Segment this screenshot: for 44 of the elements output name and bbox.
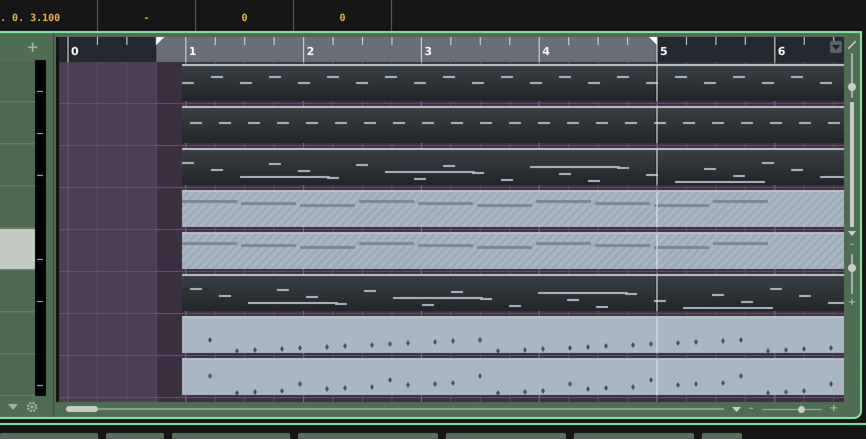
right-locator-icon[interactable] xyxy=(649,37,657,45)
bar-number: 4 xyxy=(542,45,550,58)
midi-part[interactable] xyxy=(182,106,844,143)
dropdown-icon[interactable] xyxy=(732,406,741,412)
timeline-ruler[interactable]: 0 1 2 3 4 5 6 xyxy=(56,37,844,62)
pencil-icon[interactable] xyxy=(848,41,856,49)
cycle-range[interactable] xyxy=(156,37,657,62)
toolbar-field[interactable] xyxy=(574,433,694,439)
toolbar-field[interactable] xyxy=(298,433,438,439)
left-locator-icon[interactable] xyxy=(156,37,164,45)
zoom-out-button[interactable]: – xyxy=(850,240,854,250)
bar-number: 1 xyxy=(188,45,196,58)
transport-value: . 0. 3.100 xyxy=(0,13,60,24)
transport-value: - xyxy=(143,13,150,24)
midi-part[interactable] xyxy=(182,64,844,101)
bar-number: 2 xyxy=(306,45,314,58)
midi-part[interactable] xyxy=(182,148,844,185)
bar-number: 0 xyxy=(71,45,79,58)
settings-icon[interactable] xyxy=(26,400,38,412)
transport-value: 0 xyxy=(241,13,248,24)
bar-number: 3 xyxy=(424,45,432,58)
toolbar-field[interactable] xyxy=(106,433,164,439)
drum-part[interactable] xyxy=(182,316,844,353)
caret-icon xyxy=(832,44,840,50)
dropdown-icon[interactable] xyxy=(8,404,18,410)
bar-number: 5 xyxy=(660,45,668,58)
toolbar-field[interactable] xyxy=(446,433,566,439)
zoom-in-button[interactable]: + xyxy=(848,298,856,308)
toolbar-field[interactable] xyxy=(172,433,290,439)
drum-part[interactable] xyxy=(182,358,844,395)
transport-value: 0 xyxy=(339,13,346,24)
audio-part[interactable] xyxy=(182,232,844,269)
vertical-scrollbar[interactable] xyxy=(850,102,854,227)
zoom-in-button[interactable]: + xyxy=(830,404,838,414)
dropdown-icon[interactable] xyxy=(848,231,856,236)
toolbar-field[interactable] xyxy=(0,433,98,439)
midi-part[interactable] xyxy=(182,274,844,311)
audio-part[interactable] xyxy=(182,190,844,227)
add-track-button[interactable]: + xyxy=(26,38,39,56)
ruler-menu-button[interactable] xyxy=(830,41,842,53)
bar-number: 6 xyxy=(778,45,786,58)
zoom-out-button[interactable]: – xyxy=(748,404,754,414)
toolbar-field[interactable] xyxy=(702,433,742,439)
horizontal-scrollbar[interactable] xyxy=(66,408,724,410)
